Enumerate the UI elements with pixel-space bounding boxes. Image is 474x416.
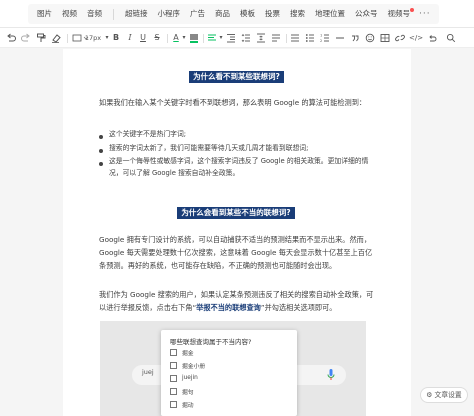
insert-channels-label: 视频号 — [387, 9, 411, 18]
checkbox[interactable] — [170, 374, 177, 382]
insert-toolbar-group: 图片 视频 音频 超链接 小程序 广告 商品 模板 投票 搜索 地理位置 公众号… — [28, 4, 439, 24]
font-size-select[interactable]: 17px — [82, 32, 104, 44]
option-label: 掘金 — [182, 350, 194, 357]
toolbar-divider — [167, 34, 168, 43]
toolbar-divider — [286, 34, 287, 43]
redo-icon[interactable] — [21, 32, 31, 44]
section-heading-1: 为什么看不到某些联想词? — [189, 71, 284, 83]
bullet-dot — [99, 135, 103, 139]
table-icon[interactable] — [380, 32, 390, 44]
report-text-end: ”并勾选相关选项即可。 — [260, 302, 337, 312]
search-replace-icon[interactable] — [446, 32, 456, 44]
link-icon[interactable] — [395, 32, 405, 44]
checkbox[interactable] — [170, 400, 177, 408]
insert-miniprogram-button[interactable]: 小程序 — [153, 4, 186, 24]
checkbox[interactable] — [170, 361, 177, 369]
numbered-list-icon[interactable]: 12 — [320, 32, 330, 44]
insert-vote-button[interactable]: 投票 — [260, 4, 285, 24]
divider-line-icon[interactable] — [335, 32, 345, 44]
insert-location-button[interactable]: 地理位置 — [310, 4, 350, 24]
bullet-item-2: 搜索的字词太新了，我们可能需要等待几天或几周才能看到联想词; — [109, 144, 309, 152]
paragraph-google-system: Google 拥有专门设计的系统，可以自动捕获不适当的预测结果而不显示出来。然而… — [99, 235, 373, 270]
eraser-icon[interactable] — [51, 32, 61, 44]
indent-icon[interactable] — [226, 32, 236, 44]
checkbox[interactable] — [170, 387, 177, 395]
text-color-chevron-icon: ▾ — [182, 34, 186, 41]
report-popup: 哪些联想查询属于不当内容? 掘金 掘金小册 juejin 掘句 掘动 — [161, 330, 297, 416]
option-label: 掘金小册 — [182, 363, 206, 370]
quote-icon[interactable] — [350, 32, 360, 44]
bullet-item-3: 这是一个侮辱性或敏感字词，这个搜索字词违反了 Google 的相关政策。更加详细… — [109, 157, 369, 177]
bullet-item-1: 这个关键字不是热门字词; — [109, 130, 187, 138]
insert-account-button[interactable]: 公众号 — [350, 4, 383, 24]
align-chevron-icon: ▾ — [219, 34, 223, 41]
insert-audio-button[interactable]: 音频 — [82, 4, 107, 24]
popup-option[interactable]: 掘金小册 — [170, 360, 205, 370]
option-label: juejin — [182, 375, 198, 381]
toolbar-divider — [203, 34, 204, 43]
font-size-chevron-icon: ▾ — [105, 34, 109, 41]
justify-icon[interactable] — [290, 32, 300, 44]
svg-text:2: 2 — [320, 39, 322, 43]
insert-product-button[interactable]: 商品 — [210, 4, 235, 24]
screenshot-search-query: juej — [142, 368, 154, 376]
popup-title: 哪些联想查询属于不当内容? — [170, 338, 252, 346]
checkbox[interactable] — [170, 348, 177, 356]
popup-option[interactable]: 掘句 — [170, 386, 194, 396]
insert-video-button[interactable]: 视频 — [57, 4, 82, 24]
insert-channels-button[interactable]: 视频号 — [383, 4, 416, 24]
insert-image-button[interactable]: 图片 — [32, 4, 57, 24]
format-painter-icon[interactable] — [36, 32, 46, 44]
insert-search-button[interactable]: 搜索 — [285, 4, 310, 24]
section-heading-2: 为什么会看到某些不当的联想词? — [177, 207, 295, 219]
insert-hyperlink-button[interactable]: 超链接 — [120, 4, 153, 24]
insert-divider — [113, 8, 114, 20]
popup-option[interactable]: 掘金 — [170, 347, 194, 357]
letter-spacing-icon[interactable] — [271, 32, 281, 44]
popup-option[interactable]: juejin — [170, 373, 198, 383]
emoji-icon[interactable] — [365, 32, 375, 44]
article-settings-label: 文章设置 — [434, 391, 462, 399]
bold-button[interactable]: B — [112, 32, 120, 44]
insert-template-button[interactable]: 模板 — [235, 4, 260, 24]
svg-text:1: 1 — [320, 34, 322, 38]
popup-option[interactable]: 掘动 — [170, 399, 194, 409]
paragraph-report: 我们作为 Google 搜索的用户，如果认定某条预测违反了相关的搜索自动补全政策… — [99, 289, 379, 315]
line-height-icon[interactable] — [241, 32, 251, 44]
toolbar-divider — [67, 34, 68, 43]
strikethrough-button[interactable]: S — [153, 32, 161, 44]
paste-format-icon[interactable] — [428, 32, 438, 44]
format-toolbar: 17px ▾ B I U S A ▾ ▾ 12 </> — [0, 28, 474, 48]
bullet-dot — [99, 149, 103, 153]
insert-ad-button[interactable]: 广告 — [185, 4, 210, 24]
code-button[interactable]: </> — [409, 32, 423, 44]
option-label: 掘句 — [182, 389, 194, 396]
mic-icon — [326, 367, 336, 381]
highlight-color-icon[interactable] — [189, 32, 199, 44]
article-settings-button[interactable]: ⚙ 文章设置 — [420, 387, 468, 403]
new-badge-dot — [410, 8, 414, 12]
option-label: 掘动 — [182, 402, 194, 409]
underline-button[interactable]: U — [139, 32, 147, 44]
italic-button[interactable]: I — [126, 32, 134, 44]
align-icon[interactable] — [207, 32, 217, 44]
paragraph-intro: 如果我们在输入某个关键字时看不到联想词，那么表明 Google 的算法可能检测到… — [99, 98, 367, 107]
bullet-list-icon[interactable] — [305, 32, 315, 44]
more-options-button[interactable]: ··· — [415, 9, 435, 19]
report-link-text: 举报不当的联想查询 — [196, 302, 261, 312]
text-color-button[interactable]: A — [172, 32, 180, 44]
insert-toolbar: 图片 视频 音频 超链接 小程序 广告 商品 模板 投票 搜索 地理位置 公众号… — [0, 0, 474, 28]
settings-icon: ⚙ — [426, 391, 433, 399]
bullet-dot — [99, 162, 103, 166]
paragraph-spacing-icon[interactable] — [256, 32, 266, 44]
undo-icon[interactable] — [6, 32, 16, 44]
